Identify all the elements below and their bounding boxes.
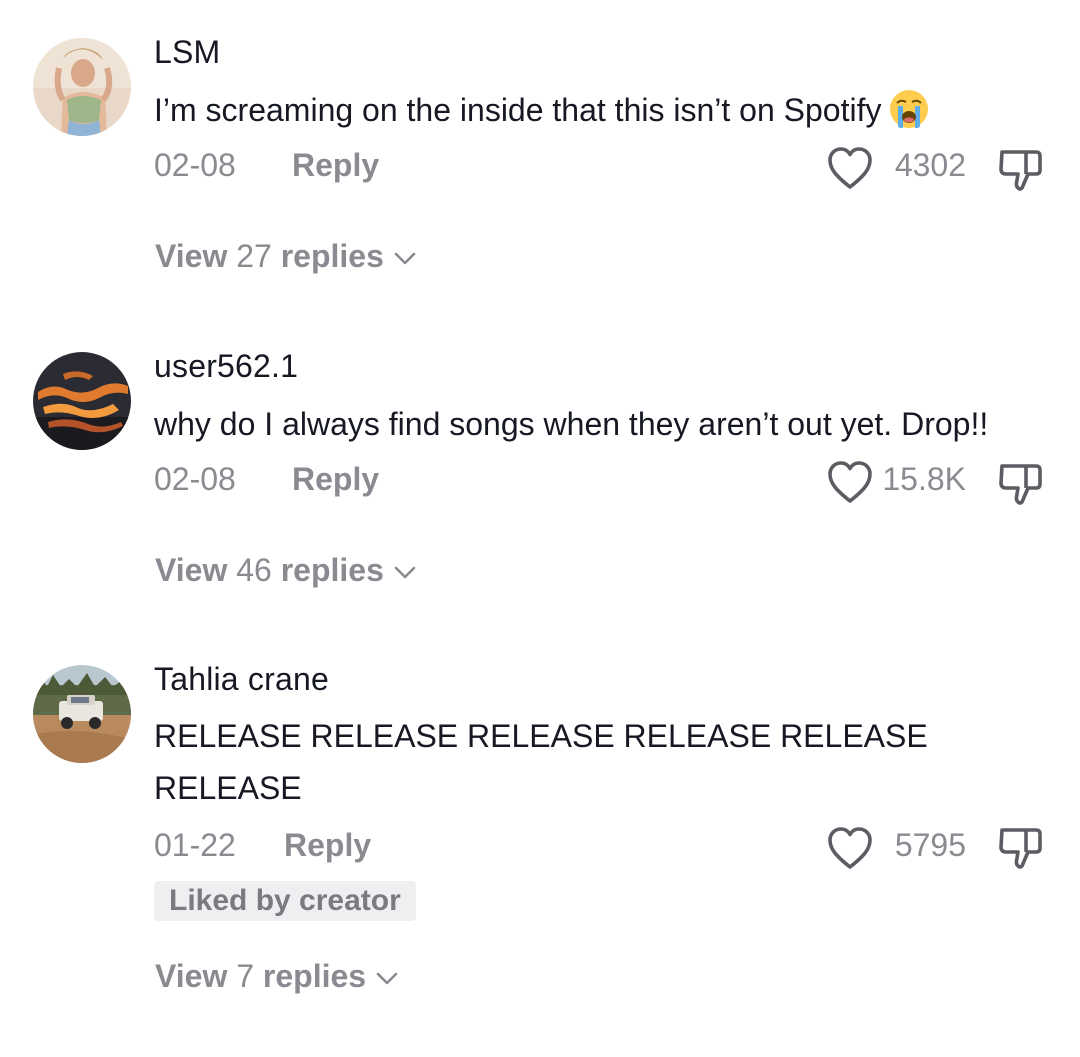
- view-replies-suffix: replies: [280, 238, 384, 274]
- dislike-icon[interactable]: [996, 460, 1044, 508]
- view-replies-button[interactable]: View 27 replies: [155, 238, 416, 275]
- comment-date: 02-08: [154, 147, 236, 183]
- dislike-icon[interactable]: [996, 146, 1044, 194]
- comment-text-line-1: RELEASE RELEASE RELEASE RELEASE RELEASE: [154, 718, 928, 754]
- reply-button[interactable]: Reply: [292, 461, 379, 498]
- comment-date: 02-08: [154, 461, 236, 497]
- heart-icon[interactable]: [826, 459, 874, 505]
- view-replies-count: 7: [236, 958, 255, 994]
- comment-date: 01-22: [154, 827, 236, 863]
- username[interactable]: LSM: [154, 34, 220, 71]
- view-replies-prefix: View: [155, 958, 228, 994]
- avatar[interactable]: [33, 352, 131, 450]
- comment-text: why do I always find songs when they are…: [154, 406, 989, 442]
- comment-text: I’m screaming on the inside that this is…: [154, 84, 929, 144]
- chevron-down-icon: [394, 566, 416, 578]
- like-count: 4302: [894, 147, 966, 183]
- view-replies-count: 27: [236, 238, 272, 274]
- comment-text-content: I’m screaming on the inside that this is…: [154, 92, 882, 128]
- comment-text-line-2: RELEASE: [154, 770, 302, 806]
- reply-button[interactable]: Reply: [292, 147, 379, 184]
- view-replies-button[interactable]: View 46 replies: [155, 552, 416, 589]
- view-replies-button[interactable]: View 7 replies: [155, 958, 398, 995]
- reply-button[interactable]: Reply: [284, 827, 371, 864]
- heart-icon[interactable]: [826, 825, 874, 871]
- username[interactable]: Tahlia crane: [154, 661, 329, 698]
- username[interactable]: user562.1: [154, 348, 298, 385]
- chevron-down-icon: [376, 972, 398, 984]
- view-replies-count: 46: [236, 552, 272, 588]
- heart-icon[interactable]: [826, 145, 874, 191]
- loudly-crying-face-icon: [889, 89, 929, 144]
- like-count: 5795: [894, 827, 966, 863]
- view-replies-prefix: View: [155, 552, 228, 588]
- like-count: 15.8K: [882, 461, 966, 497]
- view-replies-suffix: replies: [280, 552, 384, 588]
- view-replies-prefix: View: [155, 238, 228, 274]
- dislike-icon[interactable]: [996, 824, 1044, 872]
- view-replies-suffix: replies: [262, 958, 367, 994]
- chevron-down-icon: [394, 252, 416, 264]
- avatar[interactable]: [33, 665, 131, 763]
- liked-by-creator-badge: Liked by creator: [154, 881, 416, 921]
- avatar[interactable]: [33, 38, 131, 136]
